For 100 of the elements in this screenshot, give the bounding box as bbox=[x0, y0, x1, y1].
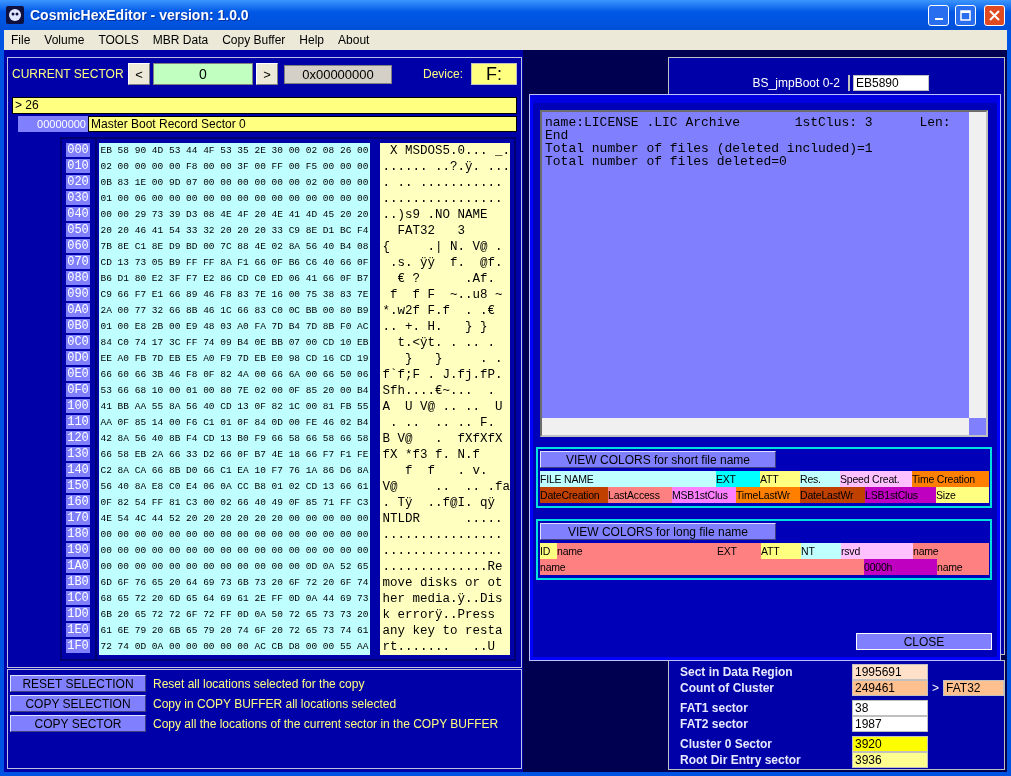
hex-row[interactable]: EE A0 FB 7D EB E5 A0 F9 7D EB E0 98 CD 16 CD 19 bbox=[100, 351, 369, 367]
fat-type-field[interactable]: FAT32 bbox=[943, 680, 1004, 696]
ascii-row[interactable]: . Tÿ ..f@I. qÿ bbox=[382, 495, 510, 511]
hex-row[interactable]: 00 00 00 00 00 00 00 00 00 00 00 00 00 00 00 00 bbox=[100, 527, 369, 543]
hex-row[interactable]: 2A 00 77 32 66 8B 46 1C 66 83 C0 0C BB 00 80 B9 bbox=[100, 303, 369, 319]
hex-row[interactable]: 53 66 68 10 00 01 00 80 7E 02 00 0F 85 20 00 B4 bbox=[100, 383, 369, 399]
menu-item[interactable]: Copy Buffer bbox=[215, 33, 293, 47]
ascii-row[interactable]: € ? .Af. bbox=[382, 271, 510, 287]
value-field[interactable]: 3920 bbox=[852, 736, 928, 752]
row-offset: 090 bbox=[66, 287, 90, 301]
ascii-row[interactable]: f f . v. bbox=[382, 463, 510, 479]
hex-row[interactable]: 66 58 EB 2A 66 33 D2 66 0F B7 4E 18 66 F7 F1 FE bbox=[100, 447, 369, 463]
ascii-row[interactable]: ..............Re bbox=[382, 559, 510, 575]
hex-row[interactable]: 7B 8E C1 8E D9 BD 00 7C 88 4E 02 8A 56 40 B4 08 bbox=[100, 239, 369, 255]
ascii-row[interactable]: any key to resta bbox=[382, 623, 510, 639]
ascii-row[interactable]: her media.ÿ..Dis bbox=[382, 591, 510, 607]
hex-row[interactable]: 42 8A 56 40 8B F4 CD 13 B0 F9 66 58 66 58 66 58 bbox=[100, 431, 369, 447]
hex-row[interactable]: 56 40 8A E8 C0 E4 06 0A CC B8 01 02 CD 13 66 61 bbox=[100, 479, 369, 495]
ascii-row[interactable]: X MSDOS5.0... _. bbox=[382, 143, 510, 159]
ascii-row[interactable]: Sfh....€~... . bbox=[382, 383, 510, 399]
value-field[interactable]: 1995691 bbox=[852, 664, 928, 680]
ascii-row[interactable]: *.w2f F.f . .€ bbox=[382, 303, 510, 319]
ascii-row[interactable]: FAT32 3 bbox=[382, 223, 510, 239]
hex-row[interactable]: 00 00 00 00 00 00 00 00 00 00 00 00 0D 0A 52 65 bbox=[100, 559, 369, 575]
value-field[interactable]: 3936 bbox=[852, 752, 928, 768]
action-button[interactable]: RESET SELECTION bbox=[10, 675, 146, 692]
ascii-row[interactable]: ...... ..?.ÿ. ... bbox=[382, 159, 510, 175]
hex-row[interactable]: 01 00 E8 2B 00 E9 48 03 A0 FA 7D B4 7D 8B F0 AC bbox=[100, 319, 369, 335]
hex-row[interactable]: C2 8A CA 66 8B D0 66 C1 EA 10 F7 76 1A 86 D6 8A bbox=[100, 463, 369, 479]
menu-item[interactable]: Help bbox=[292, 33, 332, 47]
next-sector-button[interactable]: > bbox=[256, 63, 278, 85]
ascii-row[interactable]: .. +. H. } } bbox=[382, 319, 510, 335]
view-colors-button[interactable]: VIEW COLORS for short file name bbox=[540, 451, 776, 468]
ascii-row[interactable]: . .. .. .. F. bbox=[382, 415, 510, 431]
hex-row[interactable]: 00 00 29 73 39 D3 08 4E 4F 20 4E 41 4D 45 20 20 bbox=[100, 207, 369, 223]
hex-row[interactable]: B6 D1 80 E2 3F F7 E2 86 CD C0 ED 06 41 66 0F B7 bbox=[100, 271, 369, 287]
value-field[interactable]: 249461 bbox=[852, 680, 928, 696]
ascii-row[interactable]: f f F ~..u8 ~ bbox=[382, 287, 510, 303]
hex-row[interactable]: C9 66 F7 E1 66 89 46 F8 83 7E 16 00 75 38 83 7E bbox=[100, 287, 369, 303]
close-button[interactable] bbox=[984, 4, 1005, 26]
sector-input[interactable]: 0 bbox=[153, 63, 253, 85]
maximize-button[interactable] bbox=[955, 4, 976, 26]
ascii-row[interactable]: . .. ........... bbox=[382, 175, 510, 191]
menu-item[interactable]: About bbox=[331, 33, 377, 47]
menu-item[interactable]: Volume bbox=[37, 33, 92, 47]
hex-row[interactable]: 6D 6F 76 65 20 64 69 73 6B 73 20 6F 72 20 6F 74 bbox=[100, 575, 369, 591]
hex-row[interactable]: 6B 20 65 72 72 6F 72 FF 0D 0A 50 72 65 73 73 20 bbox=[100, 607, 369, 623]
color-legend-label: NT bbox=[801, 543, 841, 559]
vertical-scrollbar[interactable] bbox=[969, 112, 986, 418]
minimize-button[interactable] bbox=[928, 4, 949, 26]
action-button[interactable]: COPY SECTOR bbox=[10, 715, 146, 732]
action-button[interactable]: COPY SELECTION bbox=[10, 695, 146, 712]
ascii-row[interactable]: rt....... ..U bbox=[382, 639, 510, 655]
command-field[interactable]: > 26 bbox=[12, 97, 517, 114]
hex-row[interactable]: 00 00 00 00 00 00 00 00 00 00 00 00 00 00 00 00 bbox=[100, 543, 369, 559]
hex-row[interactable]: 01 00 06 00 00 00 00 00 00 00 00 00 00 00 00 00 bbox=[100, 191, 369, 207]
close-dialog-button[interactable]: CLOSE bbox=[856, 633, 992, 650]
ascii-row[interactable]: ................ bbox=[382, 191, 510, 207]
hex-row[interactable]: 84 C0 74 17 3C FF 74 09 B4 0E BB 07 00 CD 10 EB bbox=[100, 335, 369, 351]
view-colors-button[interactable]: VIEW COLORS for long file name bbox=[540, 523, 776, 540]
hex-row[interactable]: 20 20 46 41 54 33 32 20 20 20 33 C9 8E D1 BC F4 bbox=[100, 223, 369, 239]
menu-item[interactable]: MBR Data bbox=[145, 33, 216, 47]
device-field[interactable]: F: bbox=[471, 63, 517, 85]
ascii-row[interactable]: fX *f3 f. N.f bbox=[382, 447, 510, 463]
hex-row[interactable]: CD 13 73 05 B9 FF FF 8A F1 66 0F B6 C6 40 66 0F bbox=[100, 255, 369, 271]
ascii-row[interactable]: move disks or ot bbox=[382, 575, 510, 591]
ascii-row[interactable]: ................ bbox=[382, 527, 510, 543]
ascii-row[interactable]: NTLDR ..... bbox=[382, 511, 510, 527]
color-legend-label: TimeLastWr bbox=[736, 487, 800, 503]
ascii-row[interactable]: { .| N. V@ . bbox=[382, 239, 510, 255]
menu-item[interactable]: TOOLS bbox=[91, 33, 146, 47]
row-offset: 060 bbox=[66, 239, 90, 253]
hex-row[interactable]: 61 6E 79 20 6B 65 79 20 74 6F 20 72 65 73 74 61 bbox=[100, 623, 369, 639]
hex-row[interactable]: 4E 54 4C 44 52 20 20 20 20 20 20 00 00 00 00 00 bbox=[100, 511, 369, 527]
ascii-row[interactable]: V@ .. .. .fa bbox=[382, 479, 510, 495]
ascii-row[interactable]: B V@ . fXfXfX bbox=[382, 431, 510, 447]
hex-row[interactable]: EB 58 90 4D 53 44 4F 53 35 2E 30 00 02 08 26 00 bbox=[100, 143, 369, 159]
ascii-row[interactable]: ................ bbox=[382, 543, 510, 559]
value-field[interactable]: EB5890 bbox=[853, 75, 929, 91]
hex-row[interactable]: 68 65 72 20 6D 65 64 69 61 2E FF 0D 0A 44 69 73 bbox=[100, 591, 369, 607]
ascii-row[interactable]: ..)s9 .NO NAME bbox=[382, 207, 510, 223]
horizontal-scrollbar[interactable] bbox=[542, 418, 969, 435]
hex-row[interactable]: 72 74 0D 0A 00 00 00 00 00 AC CB D8 00 00 55 AA bbox=[100, 639, 369, 655]
ascii-row[interactable]: A U V@ .. .. U bbox=[382, 399, 510, 415]
ascii-row[interactable]: f`f;F . J.fj.fP. bbox=[382, 367, 510, 383]
hex-row[interactable]: 41 BB AA 55 8A 56 40 CD 13 0F 82 1C 00 81 FB 55 bbox=[100, 399, 369, 415]
value-field[interactable]: 1987 bbox=[852, 716, 928, 732]
ascii-row[interactable]: k errorÿ..Press bbox=[382, 607, 510, 623]
hex-row[interactable]: 0B 83 1E 00 9D 07 00 00 00 00 00 00 02 00 00 00 bbox=[100, 175, 369, 191]
color-legend-label: ATT bbox=[761, 543, 801, 559]
ascii-row[interactable]: .s. ÿÿ f. @f. bbox=[382, 255, 510, 271]
menu-item[interactable]: File bbox=[4, 33, 38, 47]
hex-row[interactable]: AA 0F 85 14 00 F6 C1 01 0F 84 0D 00 FE 46 02 B4 bbox=[100, 415, 369, 431]
hex-row[interactable]: 66 60 66 3B 46 F8 0F 82 4A 00 66 6A 00 66 50 06 bbox=[100, 367, 369, 383]
hex-row[interactable]: 0F 82 54 FF 81 C3 00 02 66 40 49 0F 85 71 FF C3 bbox=[100, 495, 369, 511]
ascii-row[interactable]: } } . . bbox=[382, 351, 510, 367]
value-field[interactable]: 38 bbox=[852, 700, 928, 716]
previous-sector-button[interactable]: < bbox=[128, 63, 150, 85]
hex-row[interactable]: 02 00 00 00 00 F8 00 00 3F 00 FF 00 F5 00 00 00 bbox=[100, 159, 369, 175]
ascii-row[interactable]: t.<ÿt. . .. . bbox=[382, 335, 510, 351]
